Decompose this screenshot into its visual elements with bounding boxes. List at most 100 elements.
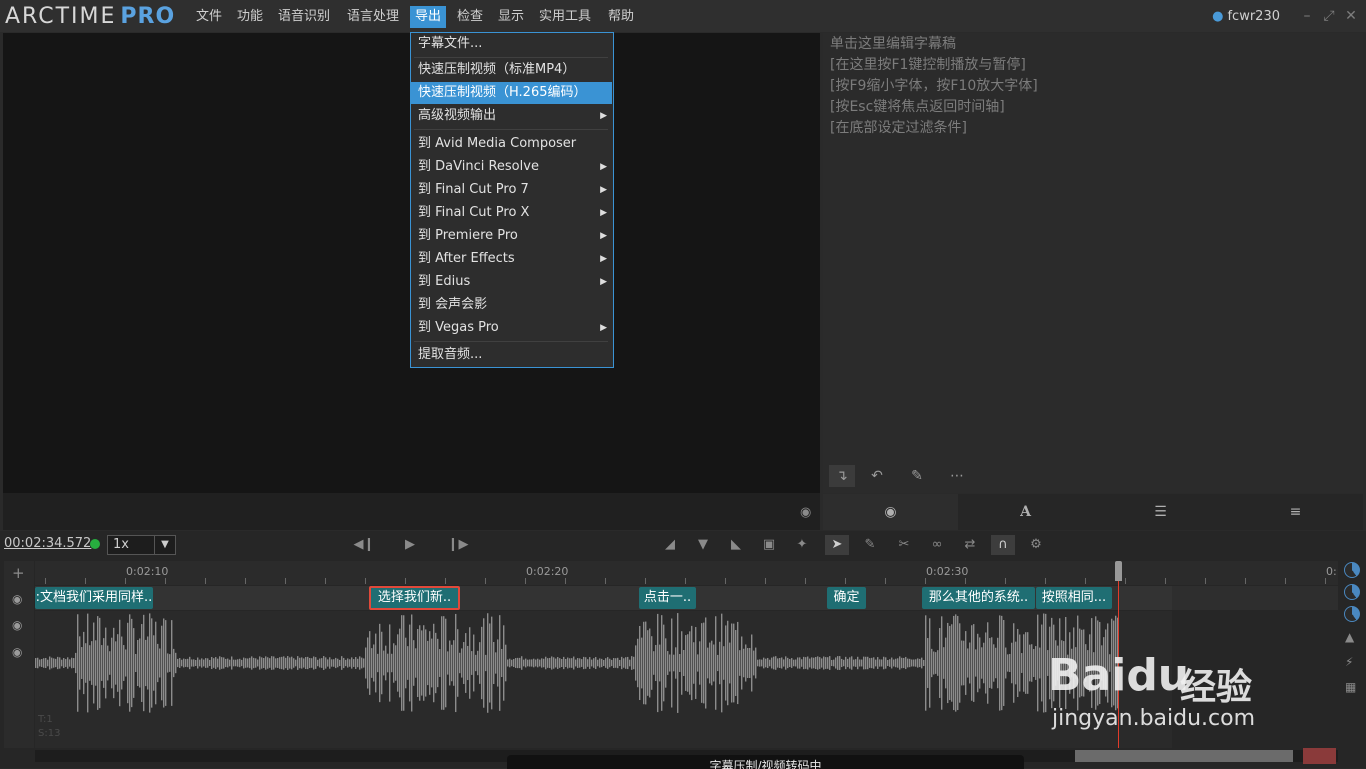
maximize-icon[interactable]: ⤢ (1321, 7, 1337, 25)
undo-icon[interactable]: ↶ (864, 465, 890, 487)
menu-item-vegas[interactable]: 到 Vegas Pro ▶ (411, 317, 612, 339)
ruler-label: 0:02:10 (126, 565, 169, 578)
tab-font[interactable]: A (958, 494, 1093, 530)
menu-item-after-effects[interactable]: 到 After Effects ▶ (411, 248, 612, 270)
ruler-tick (965, 578, 966, 584)
ruler-tick (605, 578, 606, 584)
lightning-icon[interactable]: ⚡ (1345, 655, 1353, 669)
camera-icon[interactable]: ▣ (757, 535, 781, 555)
menu-function[interactable]: 功能 (232, 6, 268, 28)
menu-item-advanced-video[interactable]: 高级视频输出 ▶ (411, 105, 612, 127)
sliders-icon: ≡ (1289, 504, 1302, 520)
swap-icon[interactable]: ⇄ (958, 535, 982, 555)
eye-icon[interactable]: ◉ (12, 645, 22, 659)
volume-knob-icon[interactable] (1344, 562, 1360, 578)
watermark-url: jingyan.baidu.com (1052, 706, 1256, 731)
pointer-icon[interactable]: ➤ (825, 535, 849, 555)
tab-list[interactable]: ☰ (1093, 494, 1228, 530)
comment-icon: ◉ (884, 504, 897, 520)
user-account[interactable]: ● fcwr230 (1212, 6, 1280, 28)
menu-language-processing[interactable]: 语言处理 (342, 6, 404, 28)
ruler-tick (45, 578, 46, 584)
ruler-tick (1125, 578, 1126, 584)
ruler-tick (165, 578, 166, 584)
ruler-tick (325, 578, 326, 584)
close-icon[interactable]: ✕ (1343, 7, 1359, 25)
ruler-tick (765, 578, 766, 584)
insert-icon[interactable]: ↴ (829, 465, 855, 487)
menu-item-subtitle-file[interactable]: 字幕文件... (411, 33, 612, 55)
subtitle-clip[interactable]: 点击一.. (639, 587, 696, 609)
menu-item-fcp7[interactable]: 到 Final Cut Pro 7 ▶ (411, 179, 612, 201)
tab-settings[interactable]: ≡ (1228, 494, 1363, 530)
menu-item-edius[interactable]: 到 Edius ▶ (411, 271, 612, 293)
link-icon[interactable]: ∞ (925, 535, 949, 555)
submenu-arrow-icon: ▶ (600, 231, 607, 241)
mark-icon[interactable]: ▼ (691, 535, 715, 555)
grid-icon[interactable]: ▦ (1345, 680, 1356, 694)
add-track-icon[interactable]: + (12, 564, 25, 582)
ruler-tick (285, 578, 286, 584)
eye-icon[interactable]: ◉ (12, 618, 22, 632)
menu-item-avid[interactable]: 到 Avid Media Composer (411, 133, 612, 155)
subtitle-track-end (1172, 586, 1338, 610)
menu-tools[interactable]: 实用工具 (534, 6, 596, 28)
timecode[interactable]: 00:02:34.572 (4, 536, 91, 551)
ruler-tick (805, 578, 806, 584)
menu-check[interactable]: 检查 (452, 6, 488, 28)
menu-export[interactable]: 导出 (410, 6, 447, 28)
menu-item-quick-h265[interactable]: 快速压制视频（H.265编码） (411, 82, 612, 104)
eye-icon[interactable]: ◉ (800, 505, 811, 520)
menu-item-huishengying[interactable]: 到 会声会影 (411, 294, 612, 316)
subtitle-clip-selected[interactable]: 选择我们新.. (369, 586, 460, 610)
eye-icon[interactable]: ◉ (12, 592, 22, 606)
subtitle-clip[interactable]: 按照相同... (1036, 587, 1112, 609)
status-dot (90, 539, 100, 549)
menu-separator (414, 129, 608, 130)
mark-out-icon[interactable]: ◣ (724, 535, 748, 555)
menu-help[interactable]: 帮助 (603, 6, 639, 28)
menu-item-fcpx[interactable]: 到 Final Cut Pro X ▶ (411, 202, 612, 224)
script-line: 单击这里编辑字幕稿 (830, 36, 956, 52)
playhead-handle[interactable] (1115, 561, 1122, 581)
menu-item-premiere[interactable]: 到 Premiere Pro ▶ (411, 225, 612, 247)
more-icon[interactable]: ⋯ (944, 465, 970, 487)
ruler-tick (405, 578, 406, 584)
menu-item-davinci[interactable]: 到 DaVinci Resolve ▶ (411, 156, 612, 178)
menu-item-extract-audio[interactable]: 提取音频... (411, 344, 612, 366)
subtitle-clip[interactable]: 确定 (827, 587, 866, 609)
gear-icon[interactable]: ⚙ (1024, 535, 1048, 555)
pencil-icon[interactable]: ✎ (904, 465, 930, 487)
tab-comment[interactable]: ◉ (823, 494, 958, 530)
gain-knob-icon[interactable] (1344, 584, 1360, 600)
scrollbar-thumb[interactable] (1075, 750, 1293, 762)
user-icon: ● (1212, 9, 1224, 24)
zoom-knob-icon[interactable] (1344, 606, 1360, 622)
menu-separator (414, 341, 608, 342)
subtitle-clip[interactable]: :文档我们采用同样.. (35, 587, 153, 609)
menu-display[interactable]: 显示 (493, 6, 529, 28)
time-ruler[interactable] (35, 561, 1338, 585)
prev-icon[interactable]: ◀❙ (352, 535, 376, 555)
ruler-label: 0:02:30 (926, 565, 969, 578)
menu-speech-recognition[interactable]: 语音识别 (273, 6, 335, 28)
magic-wand-icon[interactable]: ✦ (790, 535, 814, 555)
waveform-icon[interactable]: ▲ (1345, 630, 1354, 644)
transport-bar (0, 531, 1366, 559)
ruler-tick (1325, 578, 1326, 584)
edit-icon[interactable]: ✎ (858, 535, 882, 555)
subtitle-clip[interactable]: 那么其他的系统.. (922, 587, 1035, 609)
ruler-tick (245, 578, 246, 584)
speed-select[interactable]: 1x ▼ (107, 535, 176, 555)
menu-item-quick-mp4[interactable]: 快速压制视频（标准MP4） (411, 59, 612, 81)
minimize-icon[interactable]: – (1299, 7, 1315, 25)
submenu-arrow-icon: ▶ (600, 162, 607, 172)
mark-in-icon[interactable]: ◢ (658, 535, 682, 555)
scrollbar-end-marker (1303, 748, 1336, 764)
video-status-strip (3, 493, 820, 530)
scissors-icon[interactable]: ✂ (892, 535, 916, 555)
magnet-icon[interactable]: ∩ (991, 535, 1015, 555)
next-icon[interactable]: ❙▶ (446, 535, 470, 555)
menu-file[interactable]: 文件 (191, 6, 227, 28)
play-icon[interactable]: ▶ (398, 535, 422, 555)
